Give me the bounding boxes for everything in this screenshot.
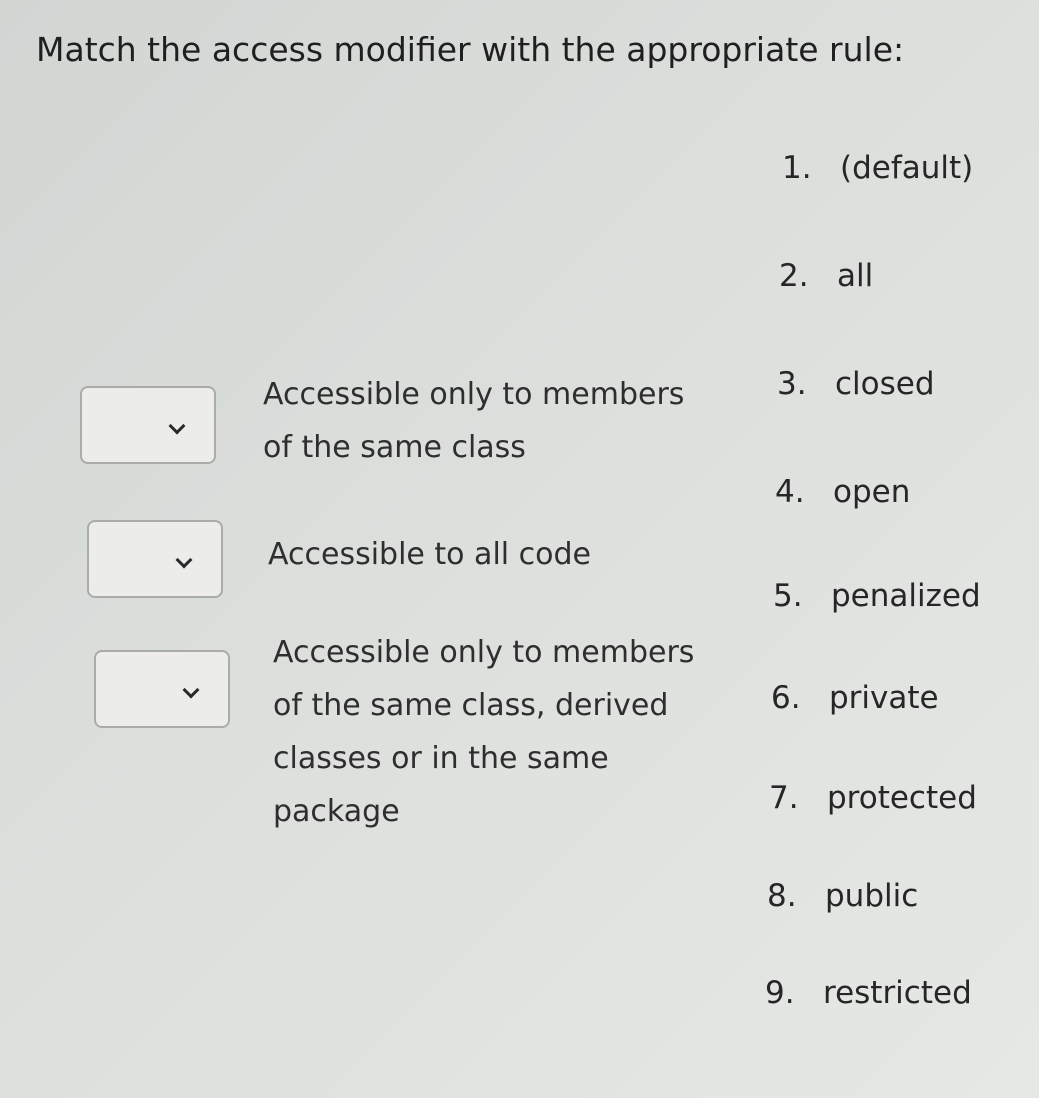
option-number: 2. (779, 258, 809, 294)
option-label: all (837, 258, 874, 294)
option-item: 2. all (779, 258, 873, 294)
rule-line: Accessible only to members (273, 635, 695, 670)
option-item: 3. closed (777, 366, 935, 402)
rule-line: classes or in the same (273, 741, 609, 776)
question-prompt: Match the access modifier with the appro… (36, 30, 905, 69)
option-label: penalized (831, 578, 981, 614)
option-item: 9. restricted (765, 975, 972, 1011)
rule-text-3: Accessible only to members of the same c… (273, 626, 694, 838)
option-number: 8. (767, 878, 797, 914)
rule-line: of the same class (263, 430, 526, 465)
option-label: protected (827, 780, 977, 816)
option-item: 1. (default) (782, 150, 973, 186)
chevron-down-icon (175, 551, 193, 569)
option-number: 6. (771, 680, 801, 716)
rule-text-1: Accessible only to members of the same c… (263, 368, 684, 474)
option-label: closed (835, 366, 935, 402)
option-number: 5. (773, 578, 803, 614)
option-number: 1. (782, 150, 812, 186)
option-number: 9. (765, 975, 795, 1011)
rule-line: of the same class, derived (273, 688, 669, 723)
answer-dropdown-3[interactable] (94, 650, 230, 728)
option-label: public (825, 878, 919, 914)
option-label: private (829, 680, 939, 716)
rule-line: Accessible only to members (263, 377, 685, 412)
option-number: 7. (769, 780, 799, 816)
chevron-down-icon (182, 681, 200, 699)
rule-text-2: Accessible to all code (268, 528, 591, 581)
option-label: open (833, 474, 911, 510)
rule-line: Accessible to all code (268, 537, 591, 572)
rule-line: package (273, 794, 400, 829)
option-label: (default) (840, 150, 974, 186)
answer-dropdown-2[interactable] (87, 520, 223, 598)
chevron-down-icon (168, 417, 186, 435)
option-item: 8. public (767, 878, 918, 914)
answer-dropdown-1[interactable] (80, 386, 216, 464)
option-item: 4. open (775, 474, 910, 510)
option-item: 5. penalized (773, 578, 981, 614)
option-number: 4. (775, 474, 805, 510)
option-label: restricted (823, 975, 972, 1011)
option-item: 6. private (771, 680, 939, 716)
option-number: 3. (777, 366, 807, 402)
option-item: 7. protected (769, 780, 977, 816)
